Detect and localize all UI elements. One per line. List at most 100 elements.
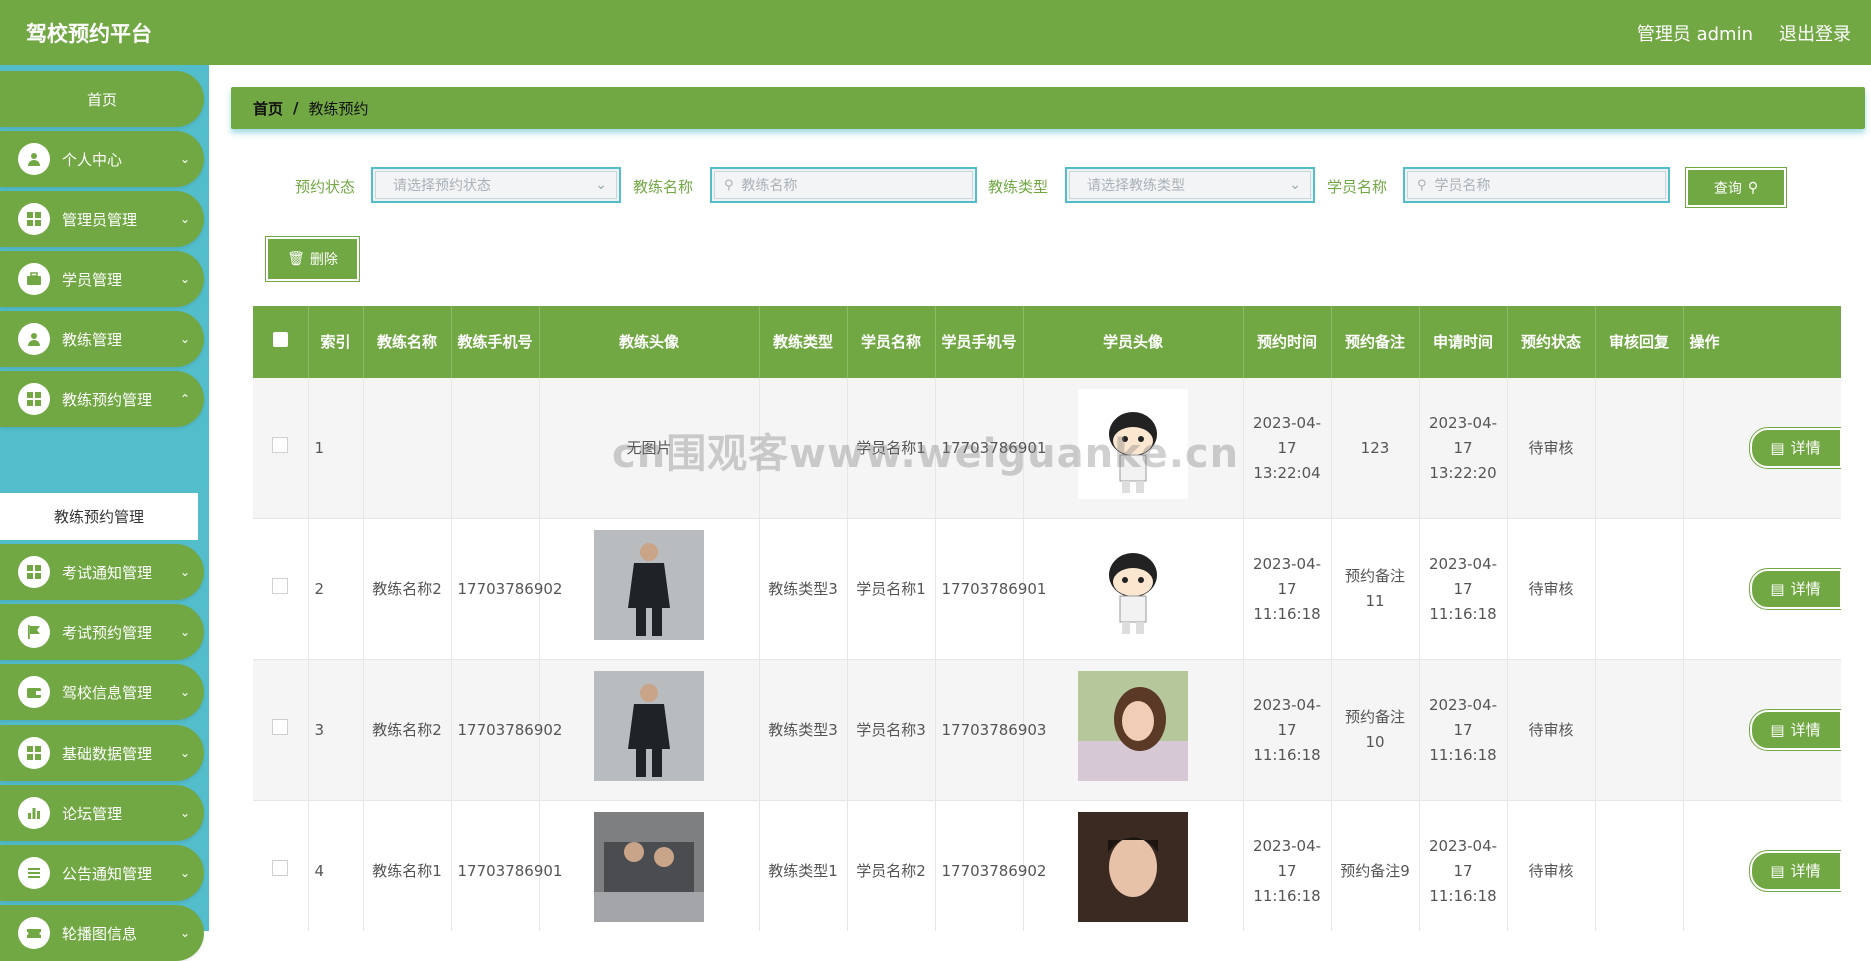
grid-icon (18, 737, 50, 769)
column-header: 审核回复 (1595, 306, 1684, 378)
sidebar-item-exam-notices[interactable]: 考试通知管理 ⌄ (0, 544, 204, 600)
sidebar-item-label: 驾校信息管理 (62, 683, 153, 702)
row-checkbox[interactable] (253, 659, 309, 801)
index-cell: 1 (308, 378, 364, 519)
detail-button[interactable]: ▤ 详情 (1748, 568, 1841, 610)
document-icon: ▤ (1770, 438, 1785, 457)
student-avatar-cell (1023, 800, 1244, 931)
apply-time-cell: 2023-04-17 13:22:20 (1419, 378, 1508, 519)
document-icon: ▤ (1770, 861, 1785, 880)
reply-cell (1595, 659, 1684, 801)
sidebar-item-home[interactable]: 首页 (0, 71, 204, 127)
coach-avatar-cell (539, 659, 760, 801)
sidebar-item-students[interactable]: 学员管理 ⌄ (0, 251, 204, 307)
column-header: 教练头像 (539, 306, 760, 378)
breadcrumb-home[interactable]: 首页 (253, 98, 283, 119)
chevron-down-icon: ⌄ (179, 332, 190, 346)
sidebar-item-exam-appointments[interactable]: 考试预约管理 ⌄ (0, 604, 204, 660)
trash-icon: 🗑 (287, 251, 305, 267)
search-icon: ⚲ (1747, 179, 1759, 196)
sidebar-item-admins[interactable]: 管理员管理 ⌄ (0, 191, 204, 247)
student-photo-image (1078, 812, 1188, 922)
sidebar-item-label: 首页 (86, 90, 117, 109)
submenu-coach-appointments[interactable]: 教练预约管理 (0, 493, 198, 540)
action-cell: ▤ 详情 (1683, 800, 1841, 931)
sidebar-item-base-data[interactable]: 基础数据管理 ⌄ (0, 725, 204, 781)
coach-name-input[interactable]: ⚲ 教练名称 (710, 167, 977, 203)
sidebar: 首页 个人中心 ⌄ 管理员管理 ⌄ 学员管理 ⌄ 教练管理 ⌄ 教练预约管理 ⌃… (0, 65, 209, 961)
coach-phone-cell: 17703786902 (451, 659, 562, 801)
coach-type-cell: 教练类型3 (759, 659, 848, 801)
status-select[interactable]: 请选择预约状态 ⌄ (371, 167, 621, 203)
delete-button[interactable]: 🗑 删除 (265, 236, 360, 282)
select-all-checkbox[interactable] (253, 306, 309, 378)
row-checkbox[interactable] (253, 800, 309, 931)
search-icon: ⚲ (1417, 177, 1427, 193)
search-button[interactable]: 查询 ⚲ (1685, 167, 1787, 208)
sidebar-item-announcements[interactable]: 公告通知管理 ⌄ (0, 845, 204, 901)
chevron-down-icon: ⌄ (179, 926, 190, 940)
detail-button[interactable]: ▤ 详情 (1748, 850, 1841, 892)
chevron-down-icon: ⌄ (179, 866, 190, 880)
coach-avatar-cell: 无图片 (539, 378, 760, 519)
column-header: 教练类型 (759, 306, 848, 378)
wallet-icon (18, 676, 50, 708)
chevron-down-icon: ⌄ (595, 177, 607, 193)
coach-type-cell: 教练类型3 (759, 518, 848, 660)
type-filter-label: 教练类型 (988, 178, 1049, 196)
document-icon: ▤ (1770, 720, 1785, 739)
column-header: 学员头像 (1023, 306, 1244, 378)
student-avatar-cell (1023, 659, 1244, 801)
row-checkbox[interactable] (253, 378, 309, 519)
sidebar-item-carousel[interactable]: 轮播图信息 ⌄ (0, 905, 204, 961)
reply-cell (1595, 378, 1684, 519)
chevron-down-icon: ⌄ (179, 685, 190, 699)
admin-user[interactable]: 管理员 admin (1637, 20, 1753, 46)
sidebar-item-label: 考试预约管理 (62, 623, 153, 642)
grid-icon (18, 203, 50, 235)
student-avatar-cell (1023, 378, 1244, 519)
status-cell: 待审核 (1507, 659, 1596, 801)
index-cell: 4 (308, 800, 364, 931)
briefcase-icon (18, 263, 50, 295)
coach-avatar-cell (539, 800, 760, 931)
sidebar-item-label: 教练预约管理 (62, 390, 153, 409)
chevron-down-icon: ⌄ (1289, 177, 1301, 193)
note-cell: 123 (1331, 378, 1420, 519)
student-phone-cell: 17703786901 (935, 518, 1046, 660)
chevron-down-icon: ⌄ (179, 212, 190, 226)
detail-button[interactable]: ▤ 详情 (1748, 709, 1841, 751)
sidebar-item-coaches[interactable]: 教练管理 ⌄ (0, 311, 204, 367)
sidebar-item-school-info[interactable]: 驾校信息管理 ⌄ (0, 664, 204, 720)
coach-phone-cell: 17703786902 (451, 518, 562, 660)
student-phone-cell: 17703786903 (935, 659, 1046, 801)
student-name-input[interactable]: ⚲ 学员名称 (1403, 167, 1670, 203)
student-name-cell: 学员名称3 (847, 659, 936, 801)
breadcrumb-separator: / (293, 99, 299, 117)
grid-icon (18, 556, 50, 588)
coach-name-cell: 教练名称2 (363, 518, 452, 660)
chevron-up-icon: ⌃ (179, 392, 190, 406)
coach-phone-cell (451, 378, 540, 519)
column-header: 申请时间 (1419, 306, 1508, 378)
detail-button[interactable]: ▤ 详情 (1748, 427, 1841, 469)
coach-phone-cell: 17703786901 (451, 800, 562, 931)
coach-photo-image (594, 812, 704, 922)
column-header: 操作 (1683, 306, 1841, 378)
type-select[interactable]: 请选择教练类型 ⌄ (1065, 167, 1315, 203)
sidebar-item-personal[interactable]: 个人中心 ⌄ (0, 131, 204, 187)
student-name-cell: 学员名称1 (847, 518, 936, 660)
status-cell: 待审核 (1507, 518, 1596, 660)
appointment-time-cell: 2023-04-17 11:16:18 (1243, 518, 1332, 660)
coach-type-cell (759, 378, 848, 519)
document-icon: ▤ (1770, 579, 1785, 598)
logout-link[interactable]: 退出登录 (1779, 20, 1851, 46)
sidebar-item-forum[interactable]: 论坛管理 ⌄ (0, 785, 204, 841)
ticket-icon (18, 917, 50, 949)
appointments-table: 索引 教练名称 教练手机号 教练头像 教练类型 学员名称 学员手机号 学员头像 … (253, 306, 1841, 931)
appointment-time-cell: 2023-04-17 11:16:18 (1243, 659, 1332, 801)
brand-title: 驾校预约平台 (26, 21, 152, 46)
status-cell: 待审核 (1507, 378, 1596, 519)
row-checkbox[interactable] (253, 518, 309, 660)
sidebar-item-coach-appointments[interactable]: 教练预约管理 ⌃ (0, 371, 204, 427)
